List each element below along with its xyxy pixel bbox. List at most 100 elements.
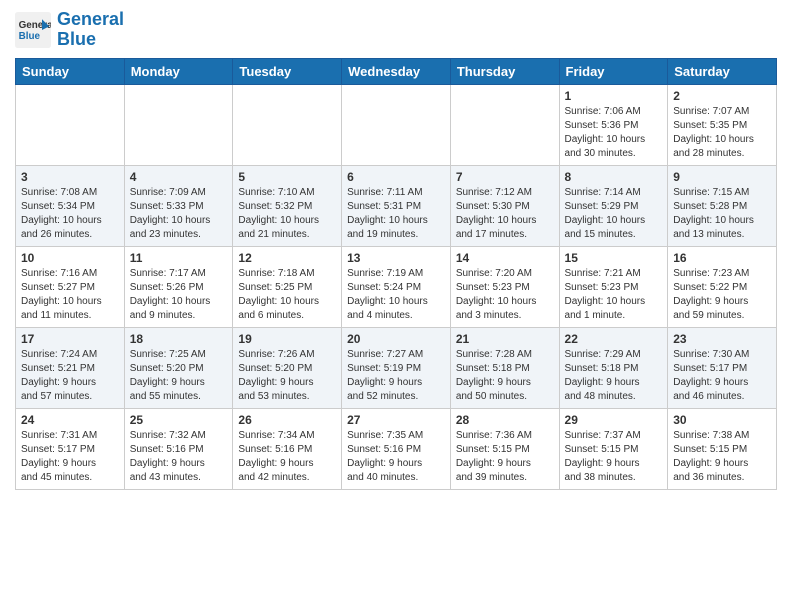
calendar-day-cell: 14 Sunrise: 7:20 AMSunset: 5:23 PMDayligh… xyxy=(450,246,559,327)
day-number: 24 xyxy=(21,413,119,427)
calendar-week-row: 24 Sunrise: 7:31 AMSunset: 5:17 PMDayligh… xyxy=(16,408,777,489)
calendar-day-cell: 15 Sunrise: 7:21 AMSunset: 5:23 PMDayligh… xyxy=(559,246,668,327)
day-info: Sunrise: 7:07 AMSunset: 5:35 PMDaylight:… xyxy=(673,105,771,161)
day-info: Sunrise: 7:20 AMSunset: 5:23 PMDaylight:… xyxy=(456,267,554,323)
calendar-day-cell: 17 Sunrise: 7:24 AMSunset: 5:21 PMDayligh… xyxy=(16,327,125,408)
page: General Blue General Blue SundayMondayTu… xyxy=(0,0,792,505)
calendar-day-cell: 8 Sunrise: 7:14 AMSunset: 5:29 PMDaylight… xyxy=(559,165,668,246)
calendar-day-cell: 9 Sunrise: 7:15 AMSunset: 5:28 PMDaylight… xyxy=(668,165,777,246)
svg-text:Blue: Blue xyxy=(19,31,41,42)
day-info: Sunrise: 7:37 AMSunset: 5:15 PMDaylight:… xyxy=(565,429,663,485)
calendar-day-cell: 25 Sunrise: 7:32 AMSunset: 5:16 PMDayligh… xyxy=(124,408,233,489)
day-number: 10 xyxy=(21,251,119,265)
logo-icon: General Blue xyxy=(15,12,51,48)
day-info: Sunrise: 7:32 AMSunset: 5:16 PMDaylight:… xyxy=(130,429,228,485)
calendar-day-cell xyxy=(342,84,451,165)
day-number: 21 xyxy=(456,332,554,346)
header: General Blue General Blue xyxy=(15,10,777,50)
calendar-day-cell: 5Sunrise: 7:10 AMSunset: 5:32 PMDaylight… xyxy=(233,165,342,246)
day-info: Sunrise: 7:35 AMSunset: 5:16 PMDaylight:… xyxy=(347,429,445,485)
calendar-day-cell: 27Sunrise: 7:35 AMSunset: 5:16 PMDayligh… xyxy=(342,408,451,489)
calendar-day-cell: 19 Sunrise: 7:26 AMSunset: 5:20 PMDayligh… xyxy=(233,327,342,408)
calendar-day-cell: 23 Sunrise: 7:30 AMSunset: 5:17 PMDayligh… xyxy=(668,327,777,408)
day-info: Sunrise: 7:09 AMSunset: 5:33 PMDaylight:… xyxy=(130,186,228,242)
day-info: Sunrise: 7:30 AMSunset: 5:17 PMDaylight:… xyxy=(673,348,771,404)
day-info: Sunrise: 7:17 AMSunset: 5:26 PMDaylight:… xyxy=(130,267,228,323)
calendar-day-cell: 1 Sunrise: 7:06 AMSunset: 5:36 PMDaylight… xyxy=(559,84,668,165)
day-number: 16 xyxy=(673,251,771,265)
calendar-day-cell xyxy=(450,84,559,165)
day-info: Sunrise: 7:14 AMSunset: 5:29 PMDaylight:… xyxy=(565,186,663,242)
logo: General Blue General Blue xyxy=(15,10,124,50)
calendar-day-cell: 7 Sunrise: 7:12 AMSunset: 5:30 PMDaylight… xyxy=(450,165,559,246)
day-number: 30 xyxy=(673,413,771,427)
day-info: Sunrise: 7:31 AMSunset: 5:17 PMDaylight:… xyxy=(21,429,119,485)
day-info: Sunrise: 7:25 AMSunset: 5:20 PMDaylight:… xyxy=(130,348,228,404)
weekday-header-saturday: Saturday xyxy=(668,58,777,84)
day-number: 17 xyxy=(21,332,119,346)
day-info: Sunrise: 7:12 AMSunset: 5:30 PMDaylight:… xyxy=(456,186,554,242)
day-number: 12 xyxy=(238,251,336,265)
day-info: Sunrise: 7:06 AMSunset: 5:36 PMDaylight:… xyxy=(565,105,663,161)
day-number: 4 xyxy=(130,170,228,184)
calendar-table: SundayMondayTuesdayWednesdayThursdayFrid… xyxy=(15,58,777,490)
day-info: Sunrise: 7:36 AMSunset: 5:15 PMDaylight:… xyxy=(456,429,554,485)
calendar-day-cell: 16 Sunrise: 7:23 AMSunset: 5:22 PMDayligh… xyxy=(668,246,777,327)
calendar-day-cell: 4 Sunrise: 7:09 AMSunset: 5:33 PMDaylight… xyxy=(124,165,233,246)
day-info: Sunrise: 7:26 AMSunset: 5:20 PMDaylight:… xyxy=(238,348,336,404)
day-info: Sunrise: 7:38 AMSunset: 5:15 PMDaylight:… xyxy=(673,429,771,485)
day-info: Sunrise: 7:27 AMSunset: 5:19 PMDaylight:… xyxy=(347,348,445,404)
calendar-day-cell: 21 Sunrise: 7:28 AMSunset: 5:18 PMDayligh… xyxy=(450,327,559,408)
calendar-week-row: 17 Sunrise: 7:24 AMSunset: 5:21 PMDayligh… xyxy=(16,327,777,408)
day-number: 15 xyxy=(565,251,663,265)
weekday-header-sunday: Sunday xyxy=(16,58,125,84)
calendar-week-row: 1 Sunrise: 7:06 AMSunset: 5:36 PMDaylight… xyxy=(16,84,777,165)
day-info: Sunrise: 7:28 AMSunset: 5:18 PMDaylight:… xyxy=(456,348,554,404)
day-info: Sunrise: 7:23 AMSunset: 5:22 PMDaylight:… xyxy=(673,267,771,323)
day-number: 18 xyxy=(130,332,228,346)
day-info: Sunrise: 7:08 AMSunset: 5:34 PMDaylight:… xyxy=(21,186,119,242)
day-info: Sunrise: 7:11 AMSunset: 5:31 PMDaylight:… xyxy=(347,186,445,242)
day-number: 3 xyxy=(21,170,119,184)
calendar-day-cell: 24 Sunrise: 7:31 AMSunset: 5:17 PMDayligh… xyxy=(16,408,125,489)
calendar-day-cell: 28 Sunrise: 7:36 AMSunset: 5:15 PMDayligh… xyxy=(450,408,559,489)
day-number: 8 xyxy=(565,170,663,184)
day-number: 6 xyxy=(347,170,445,184)
day-info: Sunrise: 7:19 AMSunset: 5:24 PMDaylight:… xyxy=(347,267,445,323)
day-number: 25 xyxy=(130,413,228,427)
day-number: 9 xyxy=(673,170,771,184)
weekday-header-thursday: Thursday xyxy=(450,58,559,84)
day-info: Sunrise: 7:18 AMSunset: 5:25 PMDaylight:… xyxy=(238,267,336,323)
calendar-day-cell: 22Sunrise: 7:29 AMSunset: 5:18 PMDayligh… xyxy=(559,327,668,408)
logo-blue: Blue xyxy=(57,29,96,49)
calendar-week-row: 3 Sunrise: 7:08 AMSunset: 5:34 PMDaylight… xyxy=(16,165,777,246)
logo-general: General xyxy=(57,9,124,29)
calendar-day-cell: 10Sunrise: 7:16 AMSunset: 5:27 PMDayligh… xyxy=(16,246,125,327)
calendar-day-cell: 12 Sunrise: 7:18 AMSunset: 5:25 PMDayligh… xyxy=(233,246,342,327)
day-number: 20 xyxy=(347,332,445,346)
day-number: 7 xyxy=(456,170,554,184)
day-number: 26 xyxy=(238,413,336,427)
day-info: Sunrise: 7:24 AMSunset: 5:21 PMDaylight:… xyxy=(21,348,119,404)
day-number: 22 xyxy=(565,332,663,346)
calendar-day-cell: 18 Sunrise: 7:25 AMSunset: 5:20 PMDayligh… xyxy=(124,327,233,408)
calendar-day-cell: 11Sunrise: 7:17 AMSunset: 5:26 PMDayligh… xyxy=(124,246,233,327)
day-number: 28 xyxy=(456,413,554,427)
day-info: Sunrise: 7:34 AMSunset: 5:16 PMDaylight:… xyxy=(238,429,336,485)
weekday-header-friday: Friday xyxy=(559,58,668,84)
day-number: 23 xyxy=(673,332,771,346)
weekday-header-row: SundayMondayTuesdayWednesdayThursdayFrid… xyxy=(16,58,777,84)
day-info: Sunrise: 7:15 AMSunset: 5:28 PMDaylight:… xyxy=(673,186,771,242)
calendar-day-cell: 29Sunrise: 7:37 AMSunset: 5:15 PMDayligh… xyxy=(559,408,668,489)
day-info: Sunrise: 7:21 AMSunset: 5:23 PMDaylight:… xyxy=(565,267,663,323)
day-number: 5 xyxy=(238,170,336,184)
calendar-day-cell: 6 Sunrise: 7:11 AMSunset: 5:31 PMDaylight… xyxy=(342,165,451,246)
calendar-week-row: 10Sunrise: 7:16 AMSunset: 5:27 PMDayligh… xyxy=(16,246,777,327)
day-number: 19 xyxy=(238,332,336,346)
calendar-day-cell xyxy=(16,84,125,165)
logo-text: General Blue xyxy=(57,10,124,50)
day-number: 1 xyxy=(565,89,663,103)
weekday-header-tuesday: Tuesday xyxy=(233,58,342,84)
calendar-day-cell: 2Sunrise: 7:07 AMSunset: 5:35 PMDaylight… xyxy=(668,84,777,165)
day-number: 14 xyxy=(456,251,554,265)
